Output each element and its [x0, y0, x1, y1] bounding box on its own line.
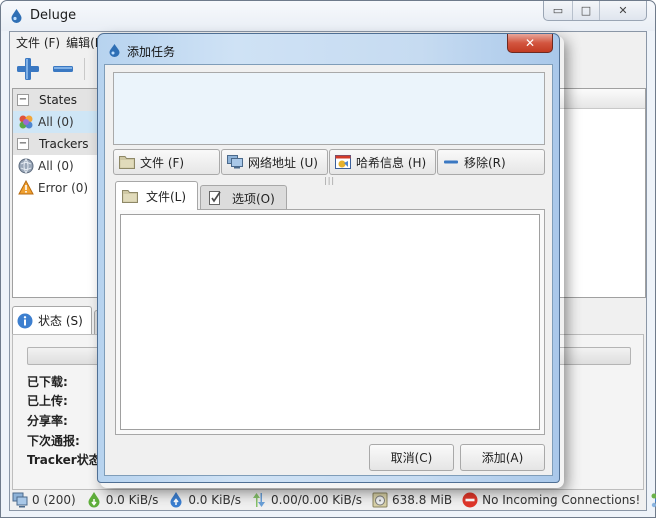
upload-speed-icon [170, 492, 182, 508]
section-title: States [39, 93, 78, 107]
connections-icon [12, 492, 28, 508]
sidebar-item-trackers-error[interactable]: Error (0) [13, 177, 107, 199]
folder-icon [122, 190, 138, 203]
menu-file[interactable]: 文件 (F) [16, 34, 60, 51]
tracker-status-label: Tracker状态: [27, 453, 106, 467]
plus-icon [17, 58, 39, 80]
sidebar-item-trackers-all[interactable]: All (0) [13, 155, 107, 177]
downloaded-label: 已下载: [27, 375, 68, 389]
status-incoming-connections[interactable]: No Incoming Connections! [462, 492, 640, 508]
status-protocol-traffic[interactable]: 0.00/0.00 KiB/s [251, 492, 362, 508]
protocol-traffic-value: 0.00/0.00 KiB/s [271, 493, 363, 507]
status-free-space[interactable]: 638.8 MiB [372, 492, 452, 508]
status-connections[interactable]: 0 (200) [12, 492, 76, 508]
files-tab-panel [115, 209, 545, 435]
collapse-toggle[interactable]: − [17, 138, 29, 150]
warning-icon [18, 180, 34, 195]
ratio-label: 分享率: [27, 414, 68, 428]
download-speed-icon [88, 492, 100, 508]
pane-resize-grip[interactable]: ||| [324, 176, 335, 185]
globe-icon [18, 158, 34, 174]
dialog-close-button[interactable]: ✕ [507, 34, 553, 53]
add-torrent-dialog: 添加任务 ✕ 文件 (F) 网络地址 (U) 哈希信息 (H) 移除(R) ||… [97, 33, 560, 483]
dht-icon [651, 493, 656, 508]
next-announce-label: 下次通报: [27, 434, 80, 448]
tab-options[interactable]: 选项(O) [200, 185, 287, 210]
upload-speed-value: 0.0 KiB/s [188, 493, 241, 507]
status-download-speed[interactable]: 0.0 KiB/s [86, 492, 159, 508]
tab-label: 文件(L) [146, 189, 187, 204]
dialog-titlebar[interactable]: 添加任务 ✕ [98, 34, 559, 64]
dialog-client-area: 文件 (F) 网络地址 (U) 哈希信息 (H) 移除(R) ||| 文件(L)… [104, 64, 553, 476]
button-label: 网络地址 (U) [248, 155, 318, 170]
button-label: 哈希信息 (H) [356, 155, 427, 170]
maximize-icon: □ [580, 4, 592, 17]
collapse-toggle[interactable]: − [17, 94, 29, 106]
main-titlebar[interactable]: Deluge ▭ □ ✕ [1, 1, 655, 31]
minimize-button[interactable]: ▭ [544, 1, 573, 20]
add-file-button[interactable]: 文件 (F) [113, 149, 220, 175]
sidebar-section-states[interactable]: − States [13, 89, 107, 111]
disk-space-icon [372, 492, 388, 508]
folder-icon [119, 156, 135, 169]
remove-torrent-button[interactable] [52, 57, 74, 84]
deluge-logo-icon [11, 9, 22, 23]
files-tree-view[interactable] [120, 214, 540, 430]
tab-status[interactable]: 状态 (S) [12, 306, 92, 334]
close-icon: ✕ [524, 36, 536, 50]
item-label: All (0) [38, 159, 74, 173]
free-space-value: 638.8 MiB [392, 493, 453, 507]
incoming-connections-value: No Incoming Connections! [482, 493, 641, 507]
add-torrent-button[interactable] [16, 57, 40, 84]
dialog-title: 添加任务 [127, 45, 176, 59]
window-controls: ▭ □ ✕ [543, 1, 647, 21]
status-upload-speed[interactable]: 0.0 KiB/s [168, 492, 241, 508]
deluge-logo-icon [109, 44, 120, 57]
toolbar-separator [84, 58, 85, 80]
remove-button[interactable]: 移除(R) [437, 149, 545, 175]
close-button[interactable]: ✕ [600, 1, 646, 20]
tab-files[interactable]: 文件(L) [115, 181, 198, 210]
options-icon [209, 191, 221, 205]
add-url-button[interactable]: 网络地址 (U) [221, 149, 328, 175]
torrent-queue-list[interactable] [113, 72, 545, 145]
minus-icon [53, 66, 73, 72]
section-title: Trackers [39, 137, 89, 151]
button-label: 添加(A) [481, 451, 524, 465]
remove-icon [444, 160, 458, 164]
item-label: Error (0) [38, 181, 89, 195]
button-label: 移除(R) [464, 155, 506, 170]
add-button[interactable]: 添加(A) [460, 444, 545, 471]
status-bar: 0 (200) 0.0 KiB/s 0.0 KiB/s 0.00/0.00 Ki… [10, 488, 656, 512]
minimize-icon: ▭ [552, 4, 564, 17]
network-icon [227, 155, 243, 169]
uploaded-label: 已上传: [27, 394, 68, 408]
cancel-button[interactable]: 取消(C) [369, 444, 454, 471]
maximize-button[interactable]: □ [573, 1, 600, 20]
button-label: 文件 (F) [140, 155, 185, 170]
add-infohash-button[interactable]: 哈希信息 (H) [329, 149, 436, 175]
download-speed-value: 0.0 KiB/s [105, 493, 159, 507]
sidebar-item-states-all[interactable]: All (0) [13, 111, 107, 133]
sidebar: − States All (0) − Trackers All (0) Erro… [12, 88, 108, 298]
traffic-icon [253, 493, 265, 507]
sidebar-section-trackers[interactable]: − Trackers [13, 133, 107, 155]
close-icon: ✕ [618, 4, 628, 17]
no-entry-icon [462, 492, 478, 508]
tab-label: 选项(O) [232, 191, 275, 206]
window-title: Deluge [30, 8, 77, 23]
connections-value: 0 (200) [32, 493, 76, 507]
hash-info-icon [335, 155, 351, 169]
button-label: 取消(C) [390, 451, 433, 465]
all-states-icon [19, 115, 33, 129]
status-dht-nodes[interactable]: 0 [650, 492, 656, 508]
tab-label: 状态 (S) [38, 314, 83, 328]
item-label: All (0) [38, 115, 74, 129]
info-icon [17, 313, 33, 328]
